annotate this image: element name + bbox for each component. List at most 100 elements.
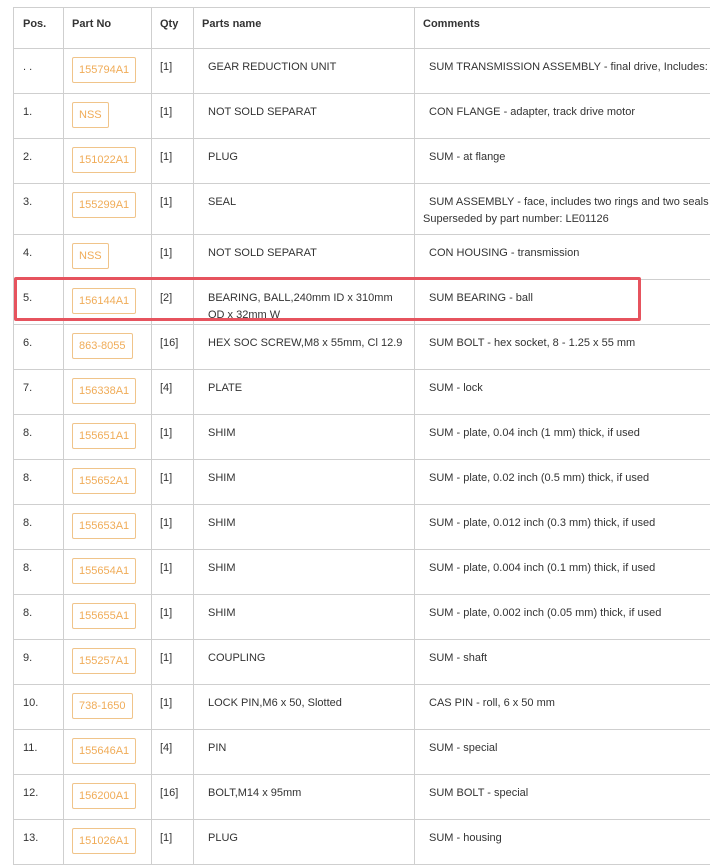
row-pos: . . (14, 49, 64, 94)
header-pos: Pos. (14, 8, 64, 49)
row-comment: SUM BOLT - hex socket, 8 - 1.25 x 55 mm (415, 325, 710, 370)
row-comment: SUM - plate, 0.02 inch (0.5 mm) thick, i… (415, 460, 710, 505)
row-comment: CON FLANGE - adapter, track drive motor (415, 94, 710, 139)
table-row: 3.155299A1[1]SEALSUM ASSEMBLY - face, in… (14, 184, 710, 235)
table-row: 4.NSS[1]NOT SOLD SEPARATCON HOUSING - tr… (14, 235, 710, 280)
row-parts-name: BOLT,M14 x 95mm (194, 775, 415, 820)
row-pos: 8. (14, 595, 64, 640)
row-pos: 8. (14, 505, 64, 550)
row-parts-name: PLUG (194, 820, 415, 865)
part-number-link[interactable]: 156200A1 (72, 783, 136, 809)
row-qty: [1] (152, 640, 194, 685)
table-row: 9.155257A1[1]COUPLINGSUM - shaft (14, 640, 710, 685)
row-part-no-cell: 155651A1 (64, 415, 152, 460)
row-qty: [1] (152, 820, 194, 865)
row-comment: SUM - shaft (415, 640, 710, 685)
row-comment: SUM - lock (415, 370, 710, 415)
part-number-link[interactable]: NSS (72, 102, 109, 128)
part-number-link[interactable]: 155654A1 (72, 558, 136, 584)
row-part-no-cell: 155257A1 (64, 640, 152, 685)
row-parts-name: SHIM (194, 550, 415, 595)
table-row: 1.NSS[1]NOT SOLD SEPARATCON FLANGE - ada… (14, 94, 710, 139)
row-parts-name: PLUG (194, 139, 415, 184)
table-row: 8.155651A1[1]SHIMSUM - plate, 0.04 inch … (14, 415, 710, 460)
part-number-link[interactable]: 738-1650 (72, 693, 133, 719)
row-qty: [1] (152, 184, 194, 235)
row-pos: 10. (14, 685, 64, 730)
header-parts-name: Parts name (194, 8, 415, 49)
row-qty: [1] (152, 595, 194, 640)
row-pos: 7. (14, 370, 64, 415)
row-comment: SUM - at flange (415, 139, 710, 184)
table-row: 8. 155652A1 [1]SHIMSUM - plate, 0.02 inch … (14, 460, 710, 505)
row-part-no-cell: 155653A1 (64, 505, 152, 550)
table-row: 5. 156144A1 [2]BEARING, BALL,240mm ID x 31… (14, 280, 710, 325)
part-number-link[interactable]: 155794A1 (72, 57, 136, 83)
part-number-link[interactable]: 155646A1 (72, 738, 136, 764)
row-qty: [16] (152, 775, 194, 820)
part-number-link[interactable]: 155299A1 (72, 192, 136, 218)
part-number-link[interactable]: 151026A1 (72, 828, 136, 854)
row-comment: SUM TRANSMISSION ASSEMBLY - final drive,… (415, 49, 710, 94)
part-number-link[interactable]: 155655A1 (72, 603, 136, 629)
row-pos: 5. (14, 280, 64, 325)
row-qty: [1] (152, 139, 194, 184)
row-parts-name: SHIM (194, 460, 415, 505)
row-part-no-cell: 155655A1 (64, 595, 152, 640)
part-number-link[interactable]: 156144A1 (72, 288, 136, 314)
row-comment: SUM - housing (415, 820, 710, 865)
row-parts-name: SHIM (194, 415, 415, 460)
header-qty: Qty (152, 8, 194, 49)
row-qty: [1] (152, 685, 194, 730)
row-parts-name: LOCK PIN,M6 x 50, Slotted (194, 685, 415, 730)
row-part-no-cell: NSS (64, 235, 152, 280)
row-part-no-cell: 863-8055 (64, 325, 152, 370)
row-parts-name: SHIM (194, 505, 415, 550)
row-qty: [1] (152, 415, 194, 460)
part-number-link[interactable]: 155651A1 (72, 423, 136, 449)
part-number-link[interactable]: 151022A1 (72, 147, 136, 173)
row-part-no-cell: 155646A1 (64, 730, 152, 775)
part-number-link[interactable]: 155652A1 (72, 468, 136, 494)
row-part-no-cell: 155654A1 (64, 550, 152, 595)
row-part-no-cell: NSS (64, 94, 152, 139)
row-comment: SUM ASSEMBLY - face, includes two rings … (415, 184, 710, 235)
part-number-link[interactable]: NSS (72, 243, 109, 269)
row-comment: SUM BEARING - ball (415, 280, 710, 325)
row-comment: CON HOUSING - transmission (415, 235, 710, 280)
row-parts-name: NOT SOLD SEPARAT (194, 94, 415, 139)
row-part-no-cell: 155652A1 (64, 460, 152, 505)
row-qty: [1] (152, 505, 194, 550)
part-number-link[interactable]: 155653A1 (72, 513, 136, 539)
row-pos: 4. (14, 235, 64, 280)
table-row: 8.155655A1[1]SHIMSUM - plate, 0.002 inch… (14, 595, 710, 640)
row-parts-name: BEARING, BALL,240mm ID x 310mm OD x 32mm… (194, 280, 415, 325)
row-comment: SUM - plate, 0.04 inch (1 mm) thick, if … (415, 415, 710, 460)
row-part-no-cell: 151022A1 (64, 139, 152, 184)
parts-table: Pos. Part No Qty Parts name Comments . .… (13, 7, 710, 865)
table-row: 12.156200A1[16]BOLT,M14 x 95mmSUM BOLT -… (14, 775, 710, 820)
row-pos: 8. (14, 460, 64, 505)
row-part-no-cell: 155794A1 (64, 49, 152, 94)
row-qty: [1] (152, 460, 194, 505)
row-qty: [4] (152, 370, 194, 415)
row-qty: [1] (152, 235, 194, 280)
row-qty: [2] (152, 280, 194, 325)
row-part-no-cell: 156144A1 (64, 280, 152, 325)
row-qty: [16] (152, 325, 194, 370)
header-comments: Comments (415, 8, 710, 49)
table-row: 11.155646A1[4]PINSUM - special (14, 730, 710, 775)
row-qty: [1] (152, 550, 194, 595)
row-pos: 1. (14, 94, 64, 139)
row-part-no-cell: 156200A1 (64, 775, 152, 820)
table-row: 7. 156338A1 [4]PLATESUM - lock (14, 370, 710, 415)
row-comment: SUM - plate, 0.002 inch (0.05 mm) thick,… (415, 595, 710, 640)
row-parts-name: PLATE (194, 370, 415, 415)
part-number-link[interactable]: 863-8055 (72, 333, 133, 359)
row-part-no-cell: 156338A1 (64, 370, 152, 415)
row-pos: 6. (14, 325, 64, 370)
part-number-link[interactable]: 155257A1 (72, 648, 136, 674)
row-pos: 3. (14, 184, 64, 235)
row-pos: 2. (14, 139, 64, 184)
part-number-link[interactable]: 156338A1 (72, 378, 136, 404)
